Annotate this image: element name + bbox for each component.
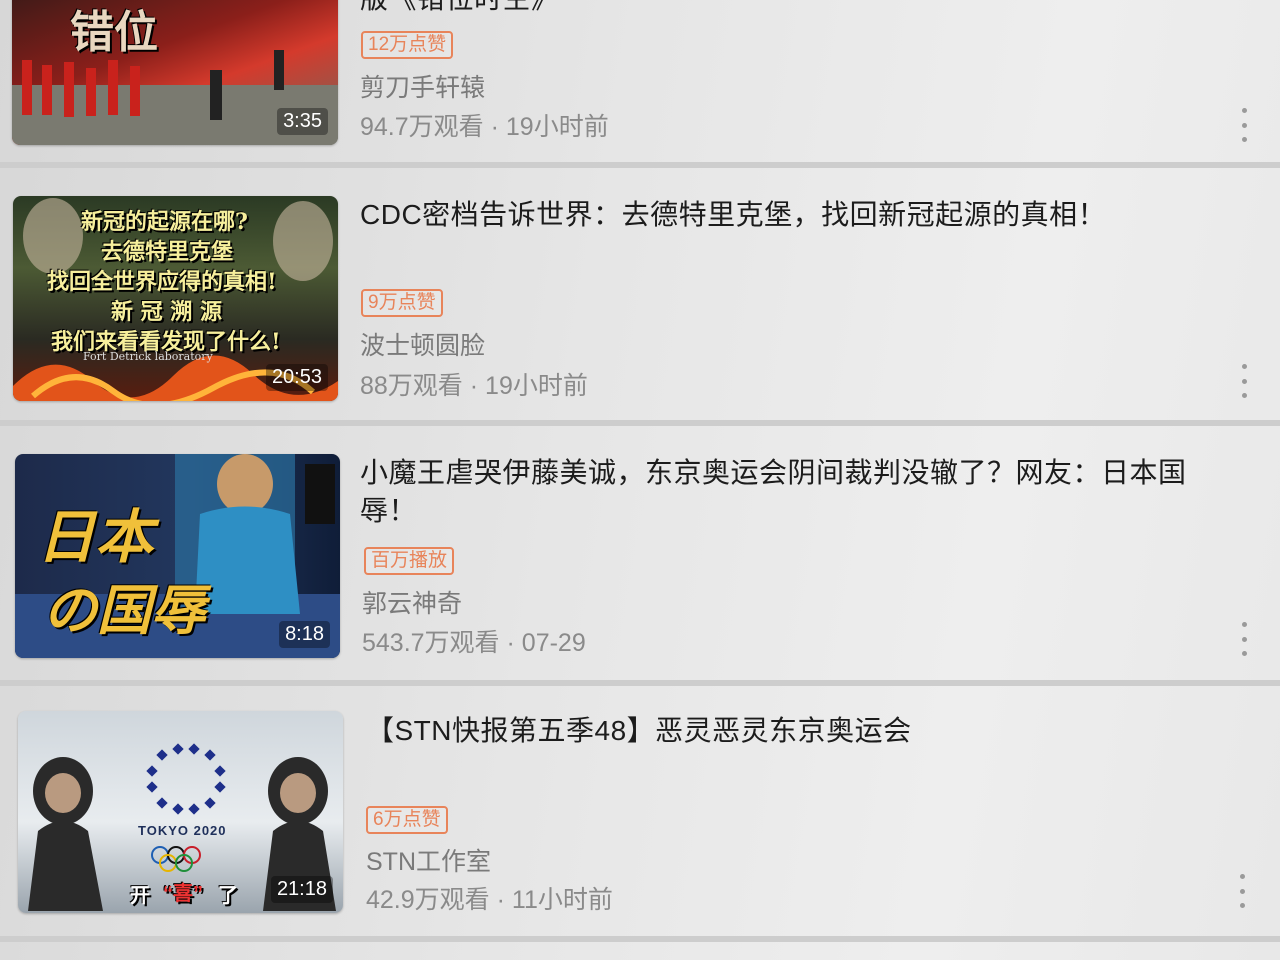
- meta-separator: ·: [496, 886, 505, 914]
- video-duration: 20:53: [265, 364, 328, 391]
- thumbnail-caption: の国辱: [43, 581, 205, 641]
- likes-badge: 百万播放: [364, 547, 455, 575]
- thumbnail-caption: TOKYO 2020: [138, 823, 227, 838]
- meta-separator: ·: [469, 372, 479, 400]
- meta-separator: ·: [506, 629, 515, 657]
- video-feed: 错位 3:35 版《错位时空》 12万点赞 剪刀手轩辕 94.7万观看 · 19…: [0, 0, 1280, 960]
- view-count: 543.7万观看: [362, 629, 500, 657]
- video-card[interactable]: 错位 3:35 版《错位时空》 12万点赞 剪刀手轩辕 94.7万观看 · 19…: [0, 0, 1280, 160]
- video-title[interactable]: 小魔王虐哭伊藤美诚，东京奥运会阴间裁判没辙了？网友：日本国 辱！: [360, 454, 1260, 530]
- thumbnail-caption: Fort Detrick laboratory: [83, 350, 213, 363]
- thumbnail-caption: 开: [130, 885, 150, 907]
- thumbnail-caption: 新冠的起源在哪?: [81, 209, 248, 235]
- publish-time: 07-29: [521, 629, 586, 657]
- publish-time: 11小时前: [511, 886, 613, 914]
- author-name[interactable]: STN工作室: [366, 842, 491, 878]
- thumbnail-caption: 去德特里克堡: [101, 239, 234, 265]
- author-name[interactable]: 波士顿圆脸: [360, 326, 485, 362]
- video-thumbnail[interactable]: TOKYO 2020 开 “喜” 了 21:18: [18, 711, 343, 913]
- view-count: 88万观看: [360, 372, 463, 400]
- video-meta: 94.7万观看 · 19小时前: [360, 107, 609, 143]
- video-card[interactable]: 新冠的起源在哪? 去德特里克堡 找回全世界应得的真相! 新 冠 溯 源 我们来看…: [0, 168, 1280, 426]
- publish-time: 19小时前: [485, 372, 588, 400]
- video-thumbnail[interactable]: 新冠的起源在哪? 去德特里克堡 找回全世界应得的真相! 新 冠 溯 源 我们来看…: [13, 196, 338, 401]
- likes-badge: 12万点赞: [361, 31, 454, 59]
- video-title-line: 小魔王虐哭伊藤美诚，东京奥运会阴间裁判没辙了？网友：日本国: [360, 457, 1187, 488]
- meta-separator: ·: [490, 113, 499, 141]
- more-vertical-icon[interactable]: [1240, 364, 1248, 398]
- video-title[interactable]: 版《错位时空》: [360, 0, 560, 18]
- thumbnail-caption: 错位: [70, 7, 158, 58]
- video-card[interactable]: TOKYO 2020 开 “喜” 了 21:18 【STN快报第五季48】恶灵恶…: [0, 686, 1280, 960]
- author-name[interactable]: 郭云神奇: [362, 584, 462, 620]
- video-duration: 3:35: [277, 108, 328, 135]
- more-vertical-icon[interactable]: [1240, 108, 1248, 142]
- video-duration: 8:18: [279, 621, 330, 648]
- video-thumbnail[interactable]: 错位 3:35: [12, 0, 338, 145]
- thumbnail-caption: 日本: [37, 505, 154, 570]
- more-vertical-icon[interactable]: [1238, 874, 1246, 908]
- likes-badge: 9万点赞: [361, 289, 443, 317]
- video-title[interactable]: 【STN快报第五季48】恶灵恶灵东京奥运会: [366, 712, 912, 750]
- card-divider: [0, 936, 1280, 942]
- thumbnail-caption: 新 冠 溯 源: [111, 299, 222, 325]
- view-count: 94.7万观看: [360, 113, 484, 141]
- view-count: 42.9万观看: [366, 886, 490, 914]
- video-title[interactable]: CDC密档告诉世界：去德特里克堡，找回新冠起源的真相！: [360, 196, 1106, 234]
- video-title-line: 辱！: [360, 495, 418, 526]
- thumbnail-caption: 了: [218, 885, 238, 907]
- video-meta: 543.7万观看 · 07-29: [362, 623, 586, 659]
- video-card[interactable]: 日本 の国辱 8:18 小魔王虐哭伊藤美诚，东京奥运会阴间裁判没辙了？网友：日本…: [0, 426, 1280, 684]
- publish-time: 19小时前: [505, 113, 609, 141]
- video-thumbnail[interactable]: 日本 の国辱 8:18: [15, 454, 340, 658]
- video-duration: 21:18: [270, 876, 333, 903]
- more-vertical-icon[interactable]: [1240, 622, 1248, 656]
- thumbnail-caption: “喜”: [163, 883, 203, 905]
- video-meta: 42.9万观看 · 11小时前: [366, 880, 613, 916]
- author-name[interactable]: 剪刀手轩辕: [360, 68, 485, 104]
- video-meta: 88万观看 · 19小时前: [360, 366, 588, 402]
- thumbnail-caption: 找回全世界应得的真相!: [47, 269, 277, 295]
- likes-badge: 6万点赞: [366, 806, 448, 834]
